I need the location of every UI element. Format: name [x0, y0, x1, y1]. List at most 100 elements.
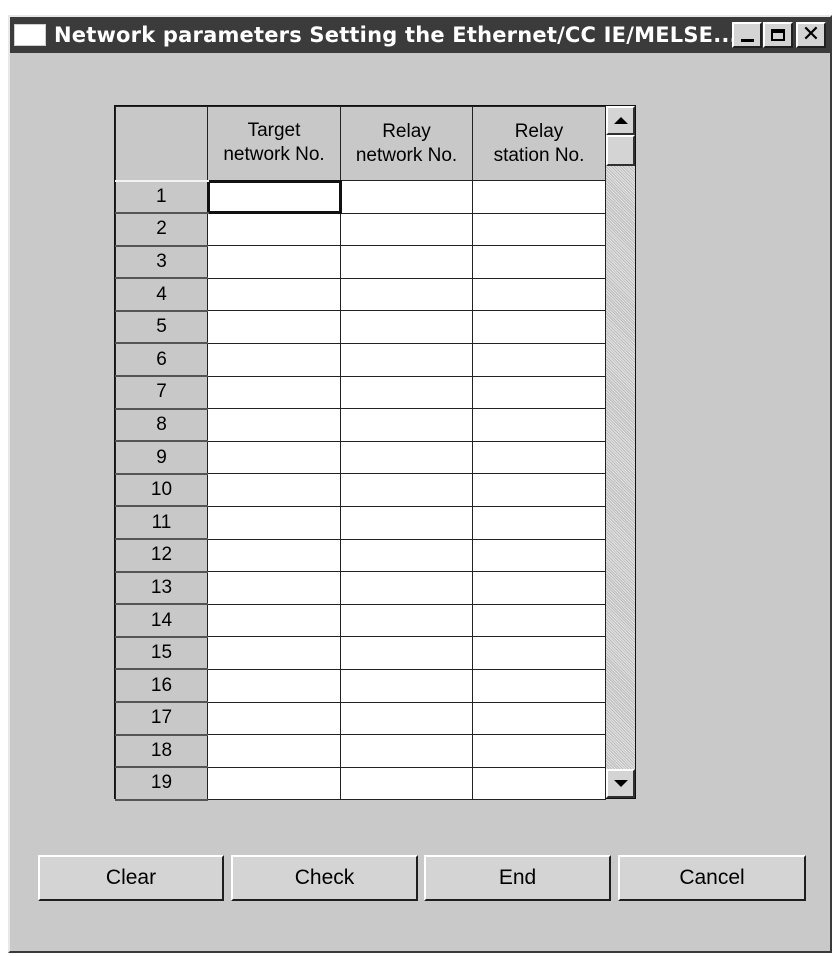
relay-station-cell[interactable] [472, 603, 606, 638]
relay-network-cell[interactable] [340, 603, 473, 638]
relay-network-cell[interactable] [340, 668, 473, 703]
relay-station-cell[interactable] [472, 277, 606, 312]
arrow-up-icon [613, 117, 628, 124]
header-row: Target network No. Relay network No. Relay… [115, 106, 606, 181]
relay-station-cell[interactable] [472, 440, 606, 475]
target-network-cell[interactable] [207, 734, 341, 768]
relay-station-cell[interactable] [472, 505, 606, 540]
row-number[interactable]: 12 [115, 538, 208, 573]
title-bar[interactable]: Network parameters Setting the Ethernet/… [10, 17, 830, 53]
relay-station-cell[interactable] [472, 212, 606, 247]
row-number[interactable]: 3 [115, 244, 208, 280]
row-number[interactable]: 13 [115, 570, 208, 606]
relay-station-cell[interactable] [472, 766, 606, 801]
relay-station-cell[interactable] [472, 571, 606, 605]
table-row: 16 [115, 668, 606, 703]
row-number[interactable]: 18 [115, 733, 208, 769]
row-number[interactable]: 15 [115, 635, 208, 671]
target-network-cell[interactable] [207, 701, 341, 736]
row-number[interactable]: 9 [115, 440, 208, 475]
relay-network-cell[interactable] [340, 212, 473, 247]
routing-table: Target network No. Relay network No. Relay… [114, 105, 636, 801]
relay-network-cell[interactable] [340, 342, 473, 377]
row-number[interactable]: 10 [115, 472, 208, 508]
column-header-relay-station[interactable]: Relay station No. [472, 106, 606, 181]
target-network-cell[interactable] [207, 310, 341, 344]
maximize-button[interactable] [763, 22, 793, 48]
target-network-cell[interactable] [207, 245, 341, 279]
relay-network-cell[interactable] [340, 636, 473, 670]
table-row: 17 [115, 701, 606, 736]
relay-station-cell[interactable] [472, 701, 606, 736]
row-number[interactable]: 8 [115, 407, 208, 443]
target-network-cell[interactable] [207, 538, 341, 573]
relay-network-cell[interactable] [340, 277, 473, 312]
target-network-cell[interactable] [207, 473, 341, 507]
row-number[interactable]: 6 [115, 342, 208, 378]
relay-station-cell[interactable] [472, 636, 606, 670]
target-network-cell[interactable] [207, 505, 341, 540]
relay-network-cell[interactable] [340, 766, 473, 801]
clear-button[interactable]: Clear [38, 855, 224, 901]
relay-station-cell[interactable] [472, 375, 606, 410]
column-header-label: Relay network No. [355, 120, 458, 166]
relay-network-cell[interactable] [340, 473, 473, 507]
scroll-up-button[interactable] [606, 106, 635, 135]
target-network-cell[interactable] [207, 571, 341, 605]
relay-station-cell[interactable] [472, 245, 606, 279]
window-icon [14, 24, 46, 46]
relay-station-cell[interactable] [472, 538, 606, 573]
target-network-cell[interactable] [207, 766, 341, 801]
relay-station-cell[interactable] [472, 408, 606, 442]
target-network-cell[interactable] [206, 179, 342, 215]
scroll-down-button[interactable] [606, 769, 635, 798]
row-number[interactable]: 1 [115, 179, 208, 215]
row-number[interactable]: 11 [115, 505, 208, 541]
target-network-cell[interactable] [207, 440, 341, 475]
relay-station-cell[interactable] [472, 342, 606, 377]
row-number[interactable]: 2 [115, 212, 208, 247]
relay-network-cell[interactable] [340, 180, 473, 214]
column-header-target-network[interactable]: Target network No. [207, 106, 341, 181]
target-network-cell[interactable] [207, 408, 341, 442]
minimize-button[interactable] [732, 22, 762, 48]
relay-network-cell[interactable] [340, 408, 473, 442]
target-network-cell[interactable] [207, 277, 341, 312]
window-title: Network parameters Setting the Ethernet/… [54, 23, 738, 47]
target-network-cell[interactable] [207, 212, 341, 247]
row-number[interactable]: 17 [115, 701, 208, 736]
table-row: 11 [115, 505, 606, 541]
vertical-scrollbar[interactable] [605, 106, 635, 798]
row-number[interactable]: 5 [115, 309, 208, 345]
row-number[interactable]: 19 [115, 766, 208, 801]
relay-network-cell[interactable] [340, 245, 473, 279]
close-button[interactable]: ✕ [796, 22, 826, 48]
relay-network-cell[interactable] [340, 571, 473, 605]
relay-network-cell[interactable] [340, 375, 473, 410]
relay-network-cell[interactable] [340, 538, 473, 573]
target-network-cell[interactable] [207, 603, 341, 638]
row-number[interactable]: 7 [115, 375, 208, 410]
row-number[interactable]: 16 [115, 668, 208, 703]
check-button[interactable]: Check [231, 855, 418, 901]
relay-station-cell[interactable] [472, 668, 606, 703]
end-button[interactable]: End [424, 855, 611, 901]
relay-network-cell[interactable] [340, 734, 473, 768]
row-number[interactable]: 14 [115, 603, 208, 638]
relay-network-cell[interactable] [340, 310, 473, 344]
target-network-cell[interactable] [207, 668, 341, 703]
relay-station-cell[interactable] [472, 734, 606, 768]
relay-station-cell[interactable] [472, 180, 606, 214]
relay-station-cell[interactable] [472, 473, 606, 507]
relay-network-cell[interactable] [340, 701, 473, 736]
relay-network-cell[interactable] [340, 505, 473, 540]
relay-station-cell[interactable] [472, 310, 606, 344]
cancel-button[interactable]: Cancel [618, 855, 806, 901]
target-network-cell[interactable] [207, 636, 341, 670]
target-network-cell[interactable] [207, 375, 341, 410]
column-header-relay-network[interactable]: Relay network No. [340, 106, 473, 181]
scroll-thumb[interactable] [606, 135, 635, 166]
row-number[interactable]: 4 [115, 277, 208, 312]
target-network-cell[interactable] [207, 342, 341, 377]
relay-network-cell[interactable] [340, 440, 473, 475]
